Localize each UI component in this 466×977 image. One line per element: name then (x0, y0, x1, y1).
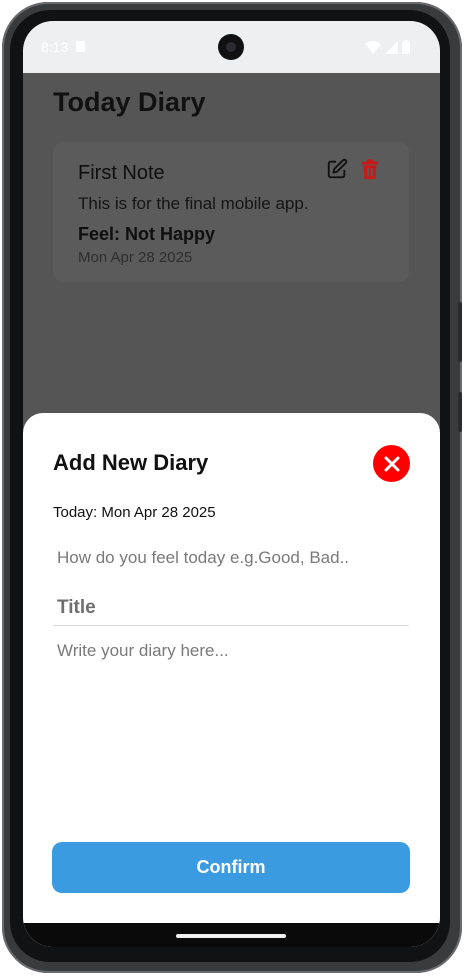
edit-icon[interactable] (326, 158, 348, 180)
wifi-icon (365, 40, 381, 54)
note-feel: Feel: Not Happy (78, 224, 216, 244)
navigation-bar (23, 923, 440, 947)
battery-icon (402, 40, 410, 54)
volume-button (458, 302, 462, 362)
note-body: This is for the final mobile app. (78, 194, 309, 213)
status-icons (365, 40, 410, 54)
device: 8:13 Today Diary First Note This is for … (0, 0, 466, 977)
note-title: First Note (78, 162, 165, 184)
sheet-title: Add New Diary (53, 450, 209, 475)
home-indicator[interactable] (176, 934, 286, 938)
signal-icon (385, 40, 398, 54)
status-bar: 8:13 (23, 21, 440, 73)
confirm-button[interactable]: Confirm (52, 842, 410, 893)
front-camera (218, 34, 244, 60)
close-button[interactable] (373, 445, 410, 482)
diary-input[interactable] (53, 639, 409, 819)
power-button (458, 392, 462, 432)
note-date: Mon Apr 28 2025 (78, 249, 193, 266)
sim-card-icon (76, 41, 85, 52)
today-date-label: Today: Mon Apr 28 2025 (53, 504, 216, 521)
title-input[interactable] (53, 590, 409, 626)
screen: 8:13 Today Diary First Note This is for … (23, 21, 440, 947)
delete-icon[interactable] (359, 158, 381, 180)
status-time: 8:13 (41, 39, 69, 55)
feel-input[interactable] (53, 543, 409, 573)
add-diary-sheet: Add New Diary Today: Mon Apr 28 2025 Con… (23, 413, 440, 947)
close-icon (384, 456, 399, 471)
note-card[interactable]: First Note This is for the final mobile … (53, 142, 409, 282)
page-title: Today Diary (53, 87, 206, 117)
